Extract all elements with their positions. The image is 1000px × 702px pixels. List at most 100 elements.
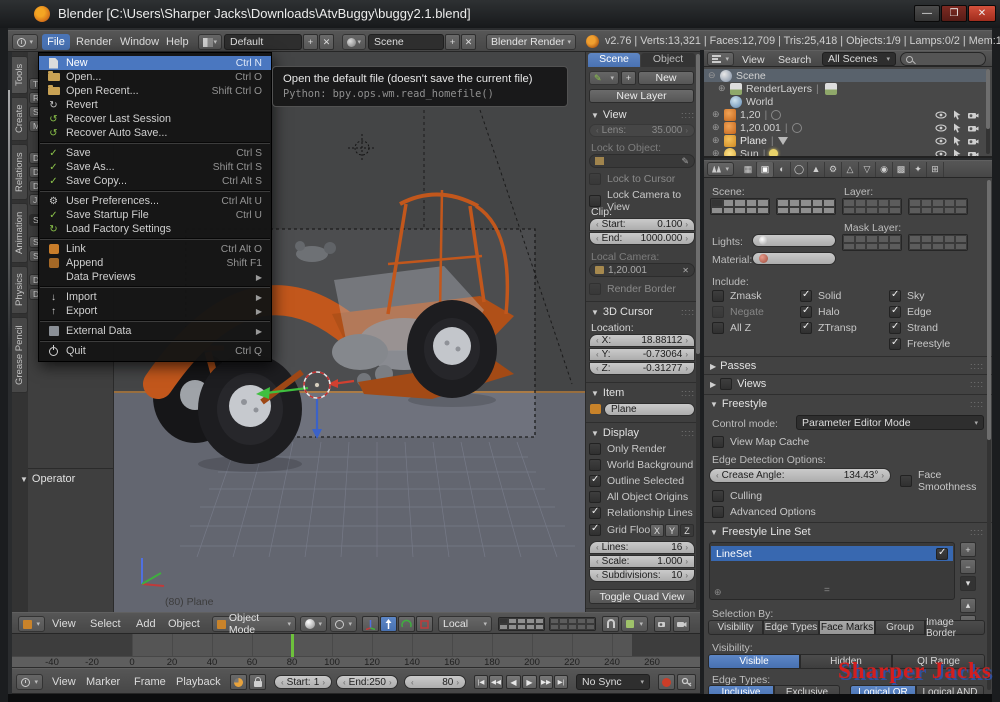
lock-button[interactable] [249, 674, 266, 690]
manipulator-translate-button[interactable] [380, 616, 397, 632]
outliner-row-object-2[interactable]: ⊕1,20.001| [712, 121, 987, 134]
tab-world-icon[interactable]: ◯ [791, 162, 808, 177]
eye-icon[interactable] [935, 136, 947, 146]
use-preview-range-button[interactable] [230, 674, 247, 690]
lock-object-field[interactable]: ✎ [589, 154, 695, 168]
item-panel-header[interactable]: ▼Item:::: [591, 387, 695, 399]
selection-edge-types-button[interactable]: Edge Types [763, 620, 819, 635]
view-map-cache-row[interactable]: View Map Cache [712, 436, 809, 448]
manipulator-axes-button[interactable] [362, 616, 379, 632]
frame-start-field[interactable]: ‹Start:1› [274, 675, 332, 689]
new-layer-button[interactable]: New Layer [589, 89, 694, 103]
jump-to-end-button[interactable]: ▶| [554, 675, 568, 689]
halo-row[interactable]: Halo [800, 306, 840, 318]
sky-row[interactable]: Sky [889, 290, 925, 302]
menu-item-import[interactable]: ↓Import▶ [39, 290, 271, 304]
panel-drag-dots[interactable]: :::: [681, 428, 695, 438]
render-border-row[interactable]: Render Border [589, 283, 676, 295]
title-bar[interactable]: Blender [C:\Users\Sharper Jacks\Download… [0, 0, 1000, 28]
tab-material-icon[interactable]: ◉ [876, 162, 893, 177]
cursor-icon[interactable] [951, 136, 963, 146]
grid-axis-x-button[interactable]: X [650, 524, 664, 537]
display-panel-header[interactable]: ▼Display:::: [591, 427, 695, 439]
outliner-search-input[interactable] [900, 52, 986, 66]
mask-layer-grid-1[interactable] [842, 234, 902, 251]
cursor-panel-header[interactable]: ▼3D Cursor:::: [591, 306, 695, 318]
tab-object-icon[interactable]: ▲ [808, 162, 825, 177]
auto-keyframe-button[interactable] [658, 674, 675, 690]
list-filter-icon[interactable]: ⊕ [714, 587, 722, 598]
viewport-menu-object[interactable]: Object [168, 616, 200, 632]
world-background-row[interactable]: World Background [589, 459, 693, 471]
timeline-menu-playback[interactable]: Playback [176, 674, 221, 690]
lock-to-cursor-row[interactable]: Lock to Cursor [589, 173, 675, 185]
camera-icon[interactable] [967, 136, 979, 146]
menu-item-user-preferences[interactable]: ⚙User Preferences...Ctrl Alt U [39, 194, 271, 208]
editor-type-dropdown[interactable]: i▾ [12, 34, 38, 50]
tool-tab-tools[interactable]: Tools [12, 56, 28, 94]
lineset-specials-button[interactable]: ▾ [960, 576, 976, 591]
gp-add-button[interactable]: + [621, 71, 636, 85]
menu-item-revert[interactable]: ↻Revert [39, 98, 271, 112]
outliner-row-scene[interactable]: ⊖Scene [704, 69, 987, 82]
lineset-remove-button[interactable]: − [960, 559, 976, 574]
only-render-row[interactable]: Only Render [589, 443, 666, 455]
lines-slider[interactable]: ‹Lines:16› [589, 541, 695, 554]
manipulator-scale-button[interactable] [416, 616, 433, 632]
lineset-list-item[interactable]: LineSet [711, 546, 953, 561]
scene-layers-grid-1[interactable] [710, 198, 770, 215]
menu-item-recover-auto-save[interactable]: ↺Recover Auto Save... [39, 126, 271, 140]
menu-item-save-as[interactable]: ✓Save As...Shift Ctrl S [39, 160, 271, 174]
tab-constraints-icon[interactable]: ⚙ [825, 162, 842, 177]
lights-field[interactable] [752, 234, 836, 247]
layout-name-field[interactable]: Default [224, 34, 302, 50]
snap-magnet-button[interactable] [602, 616, 619, 632]
layout-add-button[interactable]: + [303, 34, 318, 50]
outliner-editor-dropdown[interactable]: ▾ [707, 52, 734, 66]
timeline-editor-dropdown[interactable]: ▾ [16, 674, 43, 690]
outliner-scrollbar[interactable] [986, 69, 990, 154]
layer-grid-2[interactable] [908, 198, 968, 215]
scene-layers-grid-2[interactable] [776, 198, 836, 215]
menu-item-save-startup-file[interactable]: ✓Save Startup FileCtrl U [39, 208, 271, 222]
grease-pencil-dropdown[interactable]: ✎▾ [589, 71, 619, 85]
shading-dropdown[interactable]: ▾ [300, 616, 327, 632]
edge-type-logical-or-button[interactable]: Logical OR [850, 685, 916, 694]
menu-item-open-recent[interactable]: Open Recent...Shift Ctrl O [39, 84, 271, 98]
view-panel-header[interactable]: ▼View:::: [591, 109, 695, 121]
tab-modifiers-icon[interactable]: △ [842, 162, 859, 177]
ztransp-row[interactable]: ZTransp [800, 322, 857, 334]
relationship-lines-row[interactable]: Relationship Lines [589, 507, 693, 519]
layout-icon-dropdown[interactable]: ▾ [198, 34, 222, 50]
menu-item-new[interactable]: NewCtrl N [39, 56, 271, 70]
viewport-editor-dropdown[interactable]: ▾ [18, 616, 45, 632]
menu-item-load-factory-settings[interactable]: ↻Load Factory Settings [39, 222, 271, 236]
operator-panel-header[interactable]: ▼Operator [20, 473, 75, 485]
outliner-row-plane[interactable]: ⊕Plane| [712, 134, 987, 147]
tool-tab-grease-pencil[interactable]: Grease Pencil [12, 317, 28, 393]
camera-icon[interactable] [967, 123, 979, 133]
visibility-visible-button[interactable]: Visible [708, 654, 800, 669]
mode-dropdown[interactable]: Object Mode▾ [212, 616, 296, 632]
outliner-row-object-1[interactable]: ⊕1,20| [712, 108, 987, 121]
properties-scrollbar[interactable] [987, 180, 991, 690]
menu-file[interactable]: File [42, 34, 70, 50]
prev-keyframe-button[interactable]: ◀◀ [489, 675, 503, 689]
subdivisions-slider[interactable]: ‹Subdivisions:10› [589, 569, 695, 582]
manipulator-rotate-button[interactable] [398, 616, 415, 632]
eye-icon[interactable] [935, 123, 947, 133]
lineset-move-up-button[interactable]: ▴ [960, 598, 976, 613]
local-camera-field[interactable]: 1,20.001✕ [589, 263, 695, 277]
tab-particles-icon[interactable]: ✦ [910, 162, 927, 177]
control-mode-dropdown[interactable]: Parameter Editor Mode▾ [796, 415, 984, 430]
mask-layer-grid-2[interactable] [908, 234, 968, 251]
viewport-menu-view[interactable]: View [52, 616, 76, 632]
cursor-icon[interactable] [951, 149, 963, 159]
edge-type-logical-and-button[interactable]: Logical AND [916, 685, 984, 694]
layout-delete-button[interactable]: ✕ [319, 34, 334, 50]
next-keyframe-button[interactable]: ▶▶ [539, 675, 553, 689]
snap-element-dropdown[interactable]: ▾ [621, 616, 648, 632]
grid-floor-row[interactable]: Grid Floor [589, 524, 654, 536]
list-resize-grip[interactable]: = [824, 585, 830, 596]
grid-axis-z-button[interactable]: Z [680, 524, 694, 537]
